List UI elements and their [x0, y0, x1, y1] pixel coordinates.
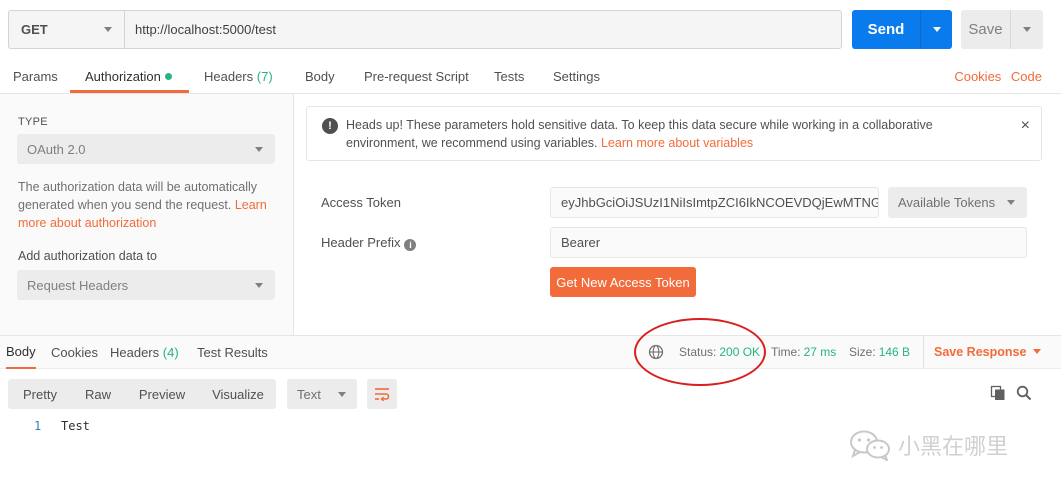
caret-down-icon: [255, 146, 263, 152]
tab-authorization-label: Authorization: [85, 69, 161, 84]
save-button-group: Save: [961, 10, 1043, 49]
auth-type-panel: TYPE OAuth 2.0 The authorization data wi…: [0, 94, 294, 335]
method-select[interactable]: GET: [9, 11, 125, 48]
watermark-text: 小黑在哪里: [898, 435, 1009, 460]
tab-headers-label: Headers: [204, 69, 254, 84]
status-highlight-circle: [634, 318, 766, 386]
send-button-group: Send: [852, 10, 952, 49]
response-view-group: Pretty Raw Preview Visualize: [8, 379, 276, 409]
view-pretty-button[interactable]: Pretty: [8, 379, 72, 409]
time-indicator: Time: 27 ms: [771, 336, 836, 369]
wechat-icon: [850, 430, 890, 461]
request-bar: GET http://localhost:5000/test: [8, 10, 842, 49]
method-label: GET: [21, 22, 48, 37]
status-dot-icon: [164, 73, 172, 80]
save-response-label: Save Response: [934, 345, 1027, 359]
caret-down-icon: [104, 27, 112, 32]
response-headers-count: (4): [162, 345, 179, 360]
get-new-access-token-button[interactable]: Get New Access Token: [550, 267, 696, 297]
line-number: 1: [34, 419, 42, 433]
auth-description: The authorization data will be automatic…: [18, 178, 280, 232]
caret-down-icon: [1007, 200, 1015, 205]
response-tab-headers-label: Headers: [110, 345, 160, 360]
response-tab-body[interactable]: Body: [6, 336, 36, 369]
size-indicator: Size: 146 B: [849, 336, 910, 369]
close-icon[interactable]: ×: [1021, 117, 1030, 135]
request-tabs: Params Authorization Headers (7) Body Pr…: [0, 62, 1061, 94]
watermark: 小黑在哪里: [848, 428, 1008, 462]
response-tab-cookies[interactable]: Cookies: [51, 336, 98, 369]
learn-more-variables-link[interactable]: Learn more about variables: [601, 136, 753, 150]
caret-down-icon: [1023, 27, 1031, 32]
access-token-label: Access Token: [321, 195, 401, 210]
header-prefix-label: Header Prefix i: [321, 235, 417, 251]
caret-down-icon: [1033, 349, 1042, 354]
caret-down-icon: [255, 282, 263, 288]
access-token-value: eyJhbGciOiJSUzI1NiIsImtpZCI6IkNCOEVDQjEw…: [561, 195, 879, 210]
alert-text: Heads up! These parameters hold sensitiv…: [346, 116, 966, 152]
url-input[interactable]: http://localhost:5000/test: [125, 11, 841, 48]
response-tab-headers[interactable]: Headers (4): [110, 336, 179, 369]
request-links: Cookies Code: [948, 62, 1042, 93]
sensitive-data-alert: ! Heads up! These parameters hold sensit…: [306, 106, 1042, 161]
cookies-link[interactable]: Cookies: [954, 69, 1001, 84]
tab-headers-count: (7): [256, 69, 273, 84]
copy-icon[interactable]: [990, 385, 1006, 401]
save-options-button[interactable]: [1011, 10, 1043, 49]
tab-tests[interactable]: Tests: [494, 62, 524, 93]
tab-settings[interactable]: Settings: [553, 62, 600, 93]
url-text: http://localhost:5000/test: [135, 22, 276, 37]
response-tab-test-results[interactable]: Test Results: [197, 336, 268, 369]
add-auth-label: Add authorization data to: [18, 249, 157, 263]
response-bar: Body Cookies Headers (4) Test Results St…: [0, 335, 1061, 369]
caret-down-icon: [932, 27, 941, 32]
available-tokens-select[interactable]: Available Tokens: [888, 187, 1027, 218]
available-tokens-label: Available Tokens: [898, 195, 996, 210]
view-preview-button[interactable]: Preview: [124, 379, 200, 409]
access-token-input[interactable]: eyJhbGciOiJSUzI1NiIsImtpZCI6IkNCOEVDQjEw…: [550, 187, 879, 218]
auth-description-text: The authorization data will be automatic…: [18, 180, 258, 212]
caret-down-icon: [338, 391, 346, 397]
code-link[interactable]: Code: [1011, 69, 1042, 84]
info-icon: !: [322, 118, 338, 134]
tab-prerequest-script[interactable]: Pre-request Script: [364, 62, 469, 93]
send-button[interactable]: Send: [852, 10, 921, 49]
add-auth-to-select[interactable]: Request Headers: [17, 270, 275, 300]
wrap-lines-button[interactable]: [367, 379, 397, 409]
response-language-value: Text: [297, 386, 321, 402]
tab-params[interactable]: Params: [13, 62, 58, 93]
header-prefix-input[interactable]: Bearer: [550, 227, 1027, 258]
header-prefix-text: Header Prefix: [321, 235, 401, 250]
view-visualize-button[interactable]: Visualize: [200, 379, 276, 409]
auth-type-value: OAuth 2.0: [27, 141, 86, 157]
add-auth-to-value: Request Headers: [27, 277, 129, 293]
response-body-text: Test: [61, 419, 90, 433]
info-icon[interactable]: i: [404, 239, 417, 251]
send-options-button[interactable]: [921, 10, 952, 49]
auth-type-select[interactable]: OAuth 2.0: [17, 134, 275, 164]
view-raw-button[interactable]: Raw: [72, 379, 124, 409]
tab-body[interactable]: Body: [305, 62, 335, 93]
size-label: Size:: [849, 345, 876, 359]
size-value: 146 B: [878, 345, 911, 359]
wrap-lines-icon: [375, 388, 390, 401]
time-label: Time:: [771, 345, 801, 359]
save-response-button[interactable]: Save Response: [923, 336, 1042, 369]
response-language-select[interactable]: Text: [287, 379, 357, 409]
save-button[interactable]: Save: [961, 10, 1011, 49]
header-prefix-value: Bearer: [561, 235, 601, 250]
type-label: TYPE: [18, 116, 48, 128]
tab-authorization[interactable]: Authorization: [70, 62, 189, 93]
search-icon[interactable]: [1016, 385, 1032, 401]
time-value: 27 ms: [803, 345, 837, 359]
tab-headers[interactable]: Headers (7): [204, 62, 273, 93]
